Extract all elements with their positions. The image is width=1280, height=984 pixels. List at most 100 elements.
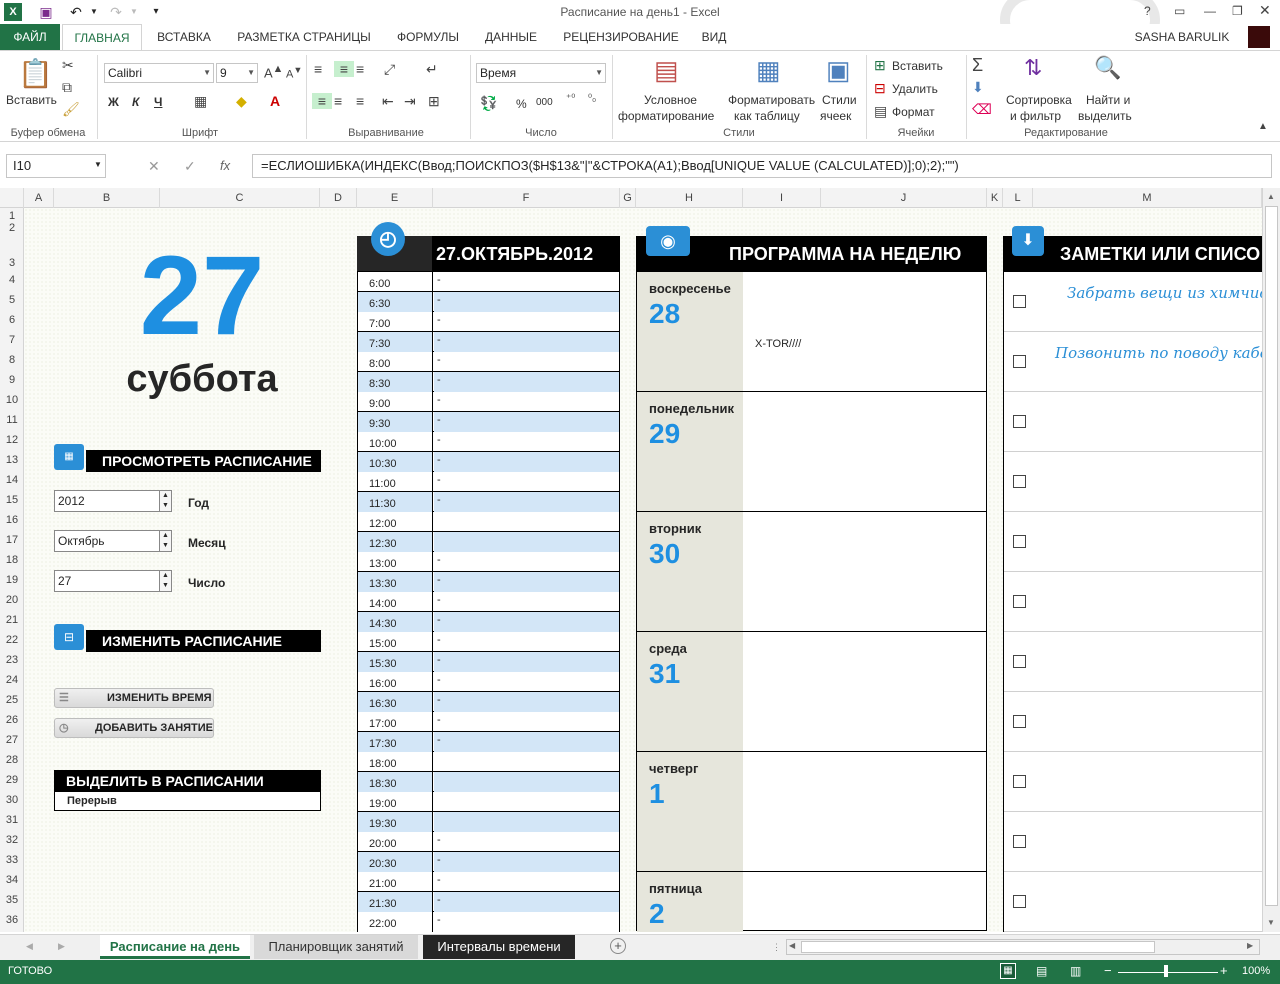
increase-font-icon[interactable]: A▲ (264, 63, 283, 80)
schedule-activity[interactable]: - (434, 872, 619, 892)
schedule-activity[interactable] (434, 792, 619, 812)
week-day-block[interactable]: пятница 2 (637, 872, 986, 932)
tab-insert[interactable]: ВСТАВКА (148, 24, 220, 50)
tab-page-layout[interactable]: РАЗМЕТКА СТРАНИЦЫ (228, 24, 380, 50)
schedule-activity[interactable]: - (434, 852, 619, 872)
row-header[interactable]: 20 (0, 594, 24, 606)
vertical-scrollbar[interactable]: ▲ ▼ (1262, 188, 1280, 932)
column-header[interactable]: C (160, 188, 320, 208)
note-checkbox[interactable] (1013, 355, 1026, 368)
row-header[interactable]: 5 (0, 294, 24, 306)
schedule-activity[interactable]: - (434, 712, 619, 732)
note-checkbox[interactable] (1013, 655, 1026, 668)
row-header[interactable]: 10 (0, 394, 24, 406)
schedule-activity[interactable]: - (434, 652, 619, 672)
schedule-row[interactable]: 13:00- (358, 552, 619, 572)
conditional-formatting-button[interactable]: Условное (644, 93, 697, 107)
spinner-arrows-icon[interactable]: ▲ ▼ (159, 491, 171, 511)
sort-filter-label2[interactable]: и фильтр (1010, 109, 1061, 123)
row-header[interactable]: 27 (0, 734, 24, 746)
row-header[interactable]: 6 (0, 314, 24, 326)
schedule-row[interactable]: 14:00- (358, 592, 619, 612)
schedule-row[interactable]: 17:30- (358, 732, 619, 752)
restore-icon[interactable]: ❐ (1232, 4, 1243, 18)
note-item[interactable] (1004, 452, 1262, 512)
note-checkbox[interactable] (1013, 415, 1026, 428)
row-header[interactable]: 16 (0, 514, 24, 526)
format-as-table-icon[interactable]: ▦ (756, 55, 781, 86)
schedule-row[interactable]: 22:00- (358, 912, 619, 932)
schedule-row[interactable]: 6:30- (358, 292, 619, 312)
column-header[interactable]: M (1033, 188, 1262, 208)
borders-icon[interactable]: ▦ (194, 93, 207, 110)
italic-button[interactable]: К (132, 95, 139, 109)
week-day-block[interactable]: понедельник 29 (637, 392, 986, 512)
schedule-row[interactable]: 10:00- (358, 432, 619, 452)
column-header[interactable]: K (987, 188, 1003, 208)
conditional-formatting-icon[interactable]: ▤ (654, 55, 679, 86)
name-box-dropdown-icon[interactable]: ▼ (94, 160, 102, 169)
increase-indent-icon[interactable]: ⇥ (404, 93, 416, 110)
week-day-block[interactable]: четверг 1 (637, 752, 986, 872)
year-spinner[interactable]: 2012 ▲ ▼ (54, 490, 172, 512)
collapse-ribbon-icon[interactable]: ▲ (1258, 121, 1268, 132)
column-header[interactable]: E (357, 188, 433, 208)
note-checkbox[interactable] (1013, 835, 1026, 848)
find-select-label2[interactable]: выделить (1078, 109, 1132, 123)
cancel-icon[interactable]: ✕ (148, 158, 160, 175)
column-header[interactable]: F (433, 188, 620, 208)
week-day-note[interactable]: X-TOR//// (755, 338, 801, 350)
column-header[interactable]: L (1003, 188, 1033, 208)
conditional-formatting-label2[interactable]: форматирование (618, 109, 714, 123)
schedule-row[interactable]: 8:30- (358, 372, 619, 392)
note-item[interactable] (1004, 512, 1262, 572)
row-header[interactable]: 34 (0, 874, 24, 886)
note-item[interactable] (1004, 752, 1262, 812)
schedule-activity[interactable] (434, 752, 619, 772)
zoom-level[interactable]: 100% (1242, 965, 1270, 977)
row-header[interactable]: 4 (0, 274, 24, 286)
sort-filter-button[interactable]: Сортировка (1006, 93, 1072, 107)
minimize-icon[interactable]: — (1204, 4, 1216, 18)
note-item[interactable] (1004, 632, 1262, 692)
schedule-row[interactable]: 9:00- (358, 392, 619, 412)
schedule-row[interactable]: 19:00 (358, 792, 619, 812)
schedule-row[interactable]: 12:00 (358, 512, 619, 532)
paste-button[interactable]: Вставить (6, 93, 57, 107)
row-header[interactable]: 22 (0, 634, 24, 646)
note-item[interactable] (1004, 392, 1262, 452)
sheet-tab-daily[interactable]: Расписание на день (100, 935, 250, 959)
schedule-activity[interactable]: - (434, 472, 619, 492)
ribbon-display-icon[interactable]: ▭ (1174, 4, 1185, 18)
normal-view-icon[interactable]: ▦ (1000, 963, 1016, 979)
row-header[interactable]: 12 (0, 434, 24, 446)
month-spinner[interactable]: Октябрь ▲ ▼ (54, 530, 172, 552)
sheet-tab-intervals[interactable]: Интервалы времени (423, 935, 575, 959)
schedule-row[interactable]: 17:00- (358, 712, 619, 732)
row-header[interactable]: 11 (0, 414, 24, 426)
tab-data[interactable]: ДАННЫЕ (476, 24, 546, 50)
schedule-activity[interactable]: - (434, 832, 619, 852)
schedule-row[interactable]: 6:00- (358, 272, 619, 292)
scroll-up-icon[interactable]: ▲ (1267, 192, 1275, 201)
schedule-row[interactable]: 7:00- (358, 312, 619, 332)
schedule-row[interactable]: 11:30- (358, 492, 619, 512)
align-left-icon[interactable]: ≡ (312, 93, 332, 109)
format-cells-icon[interactable]: ▤ (874, 103, 887, 120)
percent-button[interactable]: % (516, 97, 527, 111)
schedule-row[interactable]: 15:30- (358, 652, 619, 672)
decrease-font-icon[interactable]: A▼ (286, 65, 302, 81)
row-header[interactable]: 24 (0, 674, 24, 686)
schedule-activity[interactable]: - (434, 572, 619, 592)
fill-color-icon[interactable]: ◆ (236, 93, 247, 110)
schedule-activity[interactable]: - (434, 912, 619, 932)
column-header[interactable]: A (24, 188, 54, 208)
accounting-format-icon[interactable]: 💱 (480, 95, 497, 112)
format-painter-icon[interactable]: 🖌 (62, 101, 80, 118)
schedule-activity[interactable]: - (434, 672, 619, 692)
schedule-activity[interactable] (434, 532, 619, 552)
insert-cells-icon[interactable]: ⊞ (874, 57, 886, 74)
schedule-activity[interactable]: - (434, 452, 619, 472)
note-item[interactable]: Забрать вещи из химчис (1004, 272, 1262, 332)
schedule-activity[interactable] (434, 812, 619, 832)
